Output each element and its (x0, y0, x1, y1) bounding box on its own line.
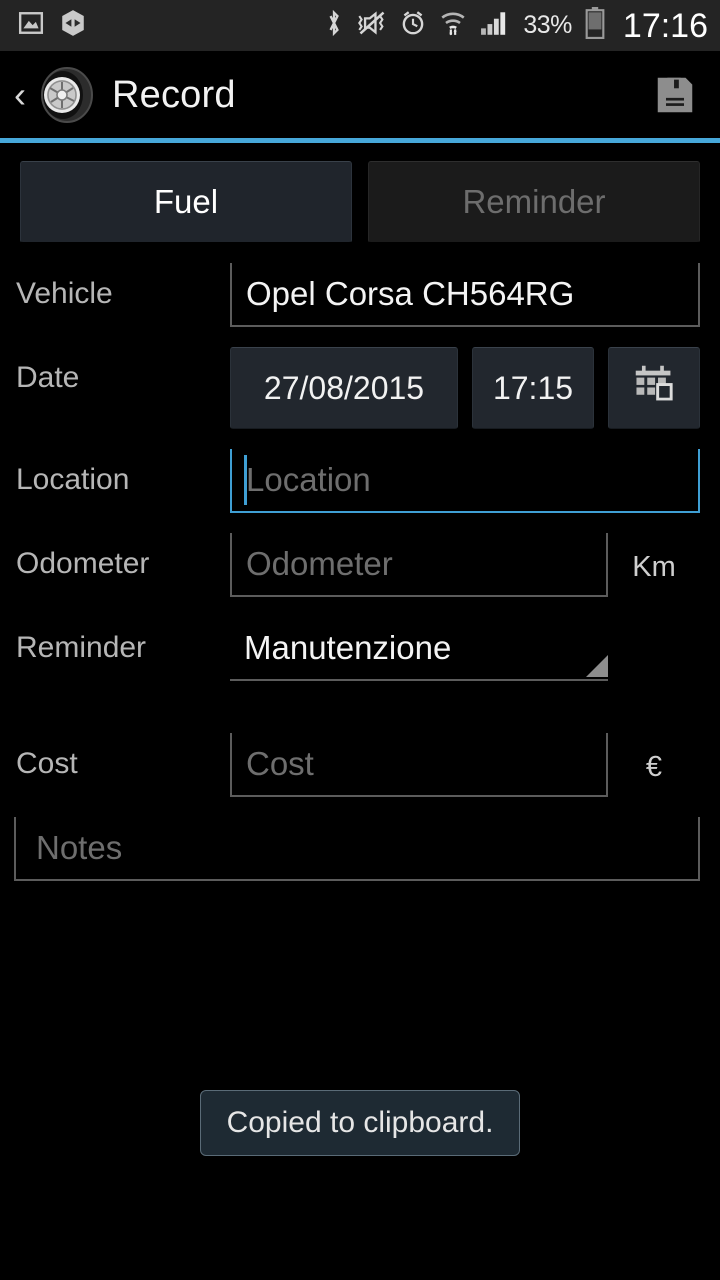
tab-reminder-label: Reminder (462, 183, 606, 220)
image-icon (18, 10, 44, 41)
bluetooth-icon (324, 8, 344, 43)
status-bar-notification-icons (18, 9, 86, 42)
hexagon-icon (60, 9, 86, 42)
reminder-label: Reminder (16, 631, 147, 664)
app-screen: 33% 17:16 ‹ Record Fuel Reminder Vehicle… (0, 0, 720, 1280)
battery-percent: 33% (523, 11, 572, 39)
row-odometer: Odometer Odometer Km (14, 533, 700, 597)
time-picker-button[interactable]: 17:15 (472, 347, 594, 429)
cost-placeholder: Cost (246, 745, 314, 782)
action-bar: ‹ Record (0, 52, 720, 138)
date-buttons: 27/08/2015 17:15 (230, 347, 700, 429)
date-picker-button[interactable]: 27/08/2015 (230, 347, 458, 429)
tab-fuel-label: Fuel (153, 183, 219, 220)
date-label: Date (16, 361, 80, 394)
notes-wrap: Notes (0, 817, 720, 881)
vehicle-label: Vehicle (16, 277, 113, 310)
record-form: Vehicle Opel Corsa CH564RG Date 27/08/20… (0, 257, 720, 797)
odometer-unit: Km (632, 551, 676, 583)
vehicle-value: Opel Corsa CH564RG (246, 275, 575, 312)
calendar-icon (632, 363, 676, 413)
vehicle-input[interactable]: Opel Corsa CH564RG (230, 263, 700, 327)
reminder-value: Manutenzione (244, 629, 452, 666)
row-location: Location Location (14, 449, 700, 513)
page-title: Record (112, 73, 236, 116)
toast-layer: Copied to clipboard. (0, 1090, 720, 1156)
tire-icon[interactable] (34, 64, 96, 126)
row-cost: Cost Cost € (14, 733, 700, 797)
date-field-area: 27/08/2015 17:15 (230, 347, 700, 429)
cost-unit: € (645, 751, 663, 783)
action-bar-actions (652, 72, 698, 118)
battery-icon (585, 7, 605, 44)
odometer-placeholder: Odometer (246, 545, 393, 582)
location-field-area: Location (230, 449, 700, 513)
text-cursor (244, 455, 247, 505)
location-input[interactable]: Location (230, 449, 700, 513)
signal-icon (480, 10, 510, 41)
reminder-field-area: Manutenzione (230, 617, 608, 681)
vehicle-field-area: Opel Corsa CH564RG (230, 263, 700, 327)
tab-fuel[interactable]: Fuel (20, 161, 352, 243)
cost-label: Cost (16, 747, 78, 780)
spinner-triangle-icon (586, 655, 608, 677)
row-reminder: Reminder Manutenzione (14, 617, 700, 681)
odometer-field-area: Odometer (230, 533, 608, 597)
cost-input[interactable]: Cost (230, 733, 608, 797)
location-label: Location (16, 463, 130, 496)
save-floppy-icon[interactable] (652, 72, 698, 118)
wifi-icon (439, 9, 467, 42)
cost-field-area: Cost (230, 733, 608, 797)
vibrate-mute-icon (357, 9, 387, 42)
odometer-label: Odometer (16, 547, 150, 580)
location-placeholder: Location (246, 461, 371, 498)
notes-placeholder: Notes (36, 829, 123, 866)
reminder-spinner[interactable]: Manutenzione (230, 617, 608, 681)
calendar-button[interactable] (608, 347, 700, 429)
toast-message: Copied to clipboard. (199, 1090, 521, 1156)
row-date: Date 27/08/2015 17:15 (14, 347, 700, 429)
status-bar-clock: 17:16 (622, 6, 708, 45)
reminder-unit-spacer (608, 617, 700, 635)
odometer-input[interactable]: Odometer (230, 533, 608, 597)
back-icon[interactable]: ‹ (8, 77, 34, 113)
notes-input[interactable]: Notes (14, 817, 700, 881)
status-bar-system-icons: 33% 17:16 (324, 7, 708, 44)
row-vehicle: Vehicle Opel Corsa CH564RG (14, 263, 700, 327)
status-bar: 33% 17:16 (0, 0, 720, 52)
tab-reminder[interactable]: Reminder (368, 161, 700, 243)
alarm-icon (400, 9, 426, 42)
tab-bar: Fuel Reminder (0, 143, 720, 257)
